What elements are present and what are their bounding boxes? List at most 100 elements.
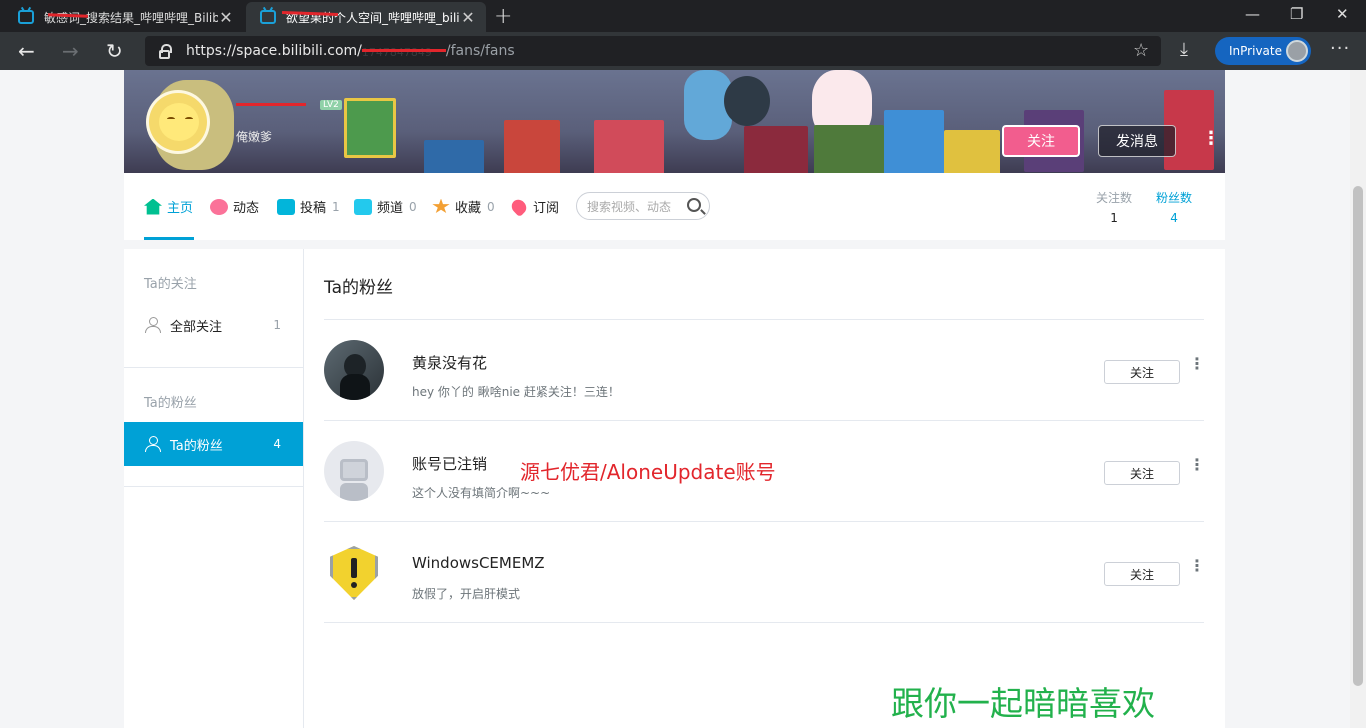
channel-icon (354, 198, 372, 215)
fan-bio: hey 你丫的 瞅啥nie 赶紧关注！三连！ (412, 385, 620, 399)
page-content: LV2 俺嫩爹 关注 发消息 ⋮ 主页 动态 投稿 1 频道 0 收藏 0 订阅… (0, 70, 1350, 728)
tab-dynamic[interactable]: 动态 (210, 197, 259, 216)
space-search-input[interactable]: 搜索视频、动态 (576, 192, 710, 220)
scrollbar-thumb[interactable] (1353, 186, 1363, 686)
more-icon[interactable]: ··· (1330, 38, 1350, 59)
lock-icon[interactable] (159, 43, 172, 59)
profile-avatar-icon (1286, 40, 1308, 62)
fan-bio: 这个人没有填简介啊~~~ (412, 486, 551, 500)
annotation-green-text: 跟你一起暗暗喜欢 (891, 684, 1155, 723)
url-base: https://space.bilibili.com/ (186, 43, 362, 59)
search-icon[interactable] (687, 198, 701, 212)
page-scrollbar[interactable] (1350, 70, 1366, 728)
fan-name[interactable]: 账号已注销 (412, 453, 487, 474)
user-sign: 俺嫩爹 (236, 130, 273, 144)
bilibili-tv-icon (18, 10, 34, 24)
tab-subscriptions[interactable]: 订阅 (508, 196, 559, 217)
active-tab-indicator (144, 237, 194, 240)
list-item: 账号已注销 这个人没有填简介啊~~~ 关注 ⋮ 源七优君/AloneUpdate… (324, 421, 1205, 521)
tab-label: 动态 (233, 201, 260, 216)
home-icon (144, 198, 162, 215)
tab-uploads[interactable]: 投稿 1 (277, 197, 340, 216)
tv-icon (277, 198, 295, 215)
space-nav: 主页 动态 投稿 1 频道 0 收藏 0 订阅 搜索视频、动态 关注数 1 粉丝… (124, 173, 1225, 240)
divider (324, 622, 1204, 623)
dynamic-icon (210, 198, 228, 215)
sidebar-item-count: 4 (273, 437, 281, 451)
vertical-more-icon[interactable]: ⋮ (1189, 558, 1205, 574)
download-icon[interactable]: ⤓ (1180, 39, 1188, 60)
avatar[interactable] (146, 90, 210, 154)
sidebar-item-label: 全部关注 (170, 319, 223, 335)
star-icon (432, 198, 450, 214)
avatar[interactable] (324, 542, 384, 602)
bilibili-tv-icon (260, 10, 276, 24)
tab-close-icon[interactable]: ✕ (460, 8, 476, 27)
tab-label: 收藏 (455, 201, 482, 216)
vertical-more-icon[interactable]: ⋮ (1189, 356, 1205, 372)
url-field[interactable]: https://space.bilibili.com/ 1747847849 /… (145, 36, 1161, 66)
inprivate-label: InPrivate (1229, 44, 1282, 58)
fans-panel: Ta的粉丝 黄泉没有花 hey 你丫的 瞅啥nie 赶紧关注！三连！ 关注 ⋮ … (304, 249, 1225, 728)
minimize-icon[interactable]: — (1245, 5, 1260, 23)
stat-value: 4 (1170, 211, 1178, 225)
new-tab-icon[interactable]: + (494, 4, 512, 29)
avatar[interactable] (324, 340, 384, 400)
tab-favorites[interactable]: 收藏 0 (432, 197, 495, 216)
stat-label: 关注数 (1096, 191, 1133, 205)
tab-home[interactable]: 主页 (144, 197, 193, 216)
search-placeholder: 搜索视频、动态 (587, 199, 672, 214)
sidebar-item-label: Ta的粉丝 (170, 438, 223, 454)
list-item: WindowsCEMEMZ 放假了，开启肝模式 关注 ⋮ (324, 522, 1205, 622)
following-section-title: Ta的关注 (144, 277, 197, 292)
profile-banner (124, 70, 1225, 173)
sidebar-item-count: 1 (273, 318, 281, 332)
stat-value: 1 (1110, 211, 1118, 225)
tab-count: 0 (487, 199, 495, 214)
restore-icon[interactable]: ❐ (1290, 5, 1303, 23)
fan-name[interactable]: WindowsCEMEMZ (412, 554, 545, 572)
username-redacted (236, 98, 306, 110)
favorites-icon[interactable]: ☆ (1133, 40, 1149, 61)
forward-icon[interactable]: → (62, 39, 79, 63)
tab-search-results[interactable]: 敏感词_搜索结果_哔哩哔哩_Bilibili ✕ (4, 2, 244, 32)
list-item: 黄泉没有花 hey 你丫的 瞅啥nie 赶紧关注！三连！ 关注 ⋮ (324, 320, 1205, 420)
following-stat[interactable]: 关注数 1 (1096, 189, 1132, 225)
vertical-more-icon[interactable]: ⋮ (1202, 128, 1220, 149)
level-badge: LV2 (320, 100, 342, 110)
follow-button[interactable]: 关注 (1104, 461, 1180, 485)
tab-count: 1 (332, 199, 340, 214)
tab-close-icon[interactable]: ✕ (218, 8, 234, 27)
user-icon (144, 436, 162, 452)
send-message-button[interactable]: 发消息 (1098, 125, 1176, 157)
relation-sidebar: Ta的关注 全部关注 1 Ta的粉丝 Ta的粉丝 4 (124, 249, 304, 728)
fans-stat[interactable]: 粉丝数 4 (1156, 189, 1192, 225)
heart-icon (508, 196, 530, 217)
url-path: /fans/fans (445, 43, 515, 59)
tab-user-space[interactable]: 欲望果的个人空间_哔哩哔哩_bilibili ✕ (246, 2, 486, 32)
sidebar-item-fans[interactable]: Ta的粉丝 4 (124, 422, 303, 466)
vertical-more-icon[interactable]: ⋮ (1189, 457, 1205, 473)
tab-strip: 敏感词_搜索结果_哔哩哔哩_Bilibili ✕ 欲望果的个人空间_哔哩哔哩_b… (0, 0, 1366, 32)
fans-section-title: Ta的粉丝 (144, 396, 197, 411)
fan-name[interactable]: 黄泉没有花 (412, 352, 487, 373)
sidebar-item-all-following[interactable]: 全部关注 1 (124, 303, 303, 347)
follow-button[interactable]: 关注 (1104, 562, 1180, 586)
avatar[interactable] (324, 441, 384, 501)
follow-button[interactable]: 关注 (1104, 360, 1180, 384)
refresh-icon[interactable]: ↻ (106, 39, 123, 63)
tab-title: 欲望果的个人空间_哔哩哔哩_bilibili (286, 10, 460, 25)
divider (124, 486, 303, 487)
tab-count: 0 (409, 199, 417, 214)
fan-bio: 放假了，开启肝模式 (412, 587, 521, 601)
address-bar-row: ← → ↻ https://space.bilibili.com/ 174784… (0, 32, 1366, 70)
tab-label: 主页 (167, 201, 194, 216)
page-title: Ta的粉丝 (324, 278, 393, 298)
tab-label: 频道 (377, 201, 404, 216)
close-window-icon[interactable]: ✕ (1336, 5, 1349, 23)
follow-button[interactable]: 关注 (1002, 125, 1080, 157)
back-icon[interactable]: ← (18, 39, 35, 63)
inprivate-badge[interactable]: InPrivate (1215, 37, 1311, 65)
user-icon (144, 317, 162, 333)
tab-channels[interactable]: 频道 0 (354, 197, 417, 216)
